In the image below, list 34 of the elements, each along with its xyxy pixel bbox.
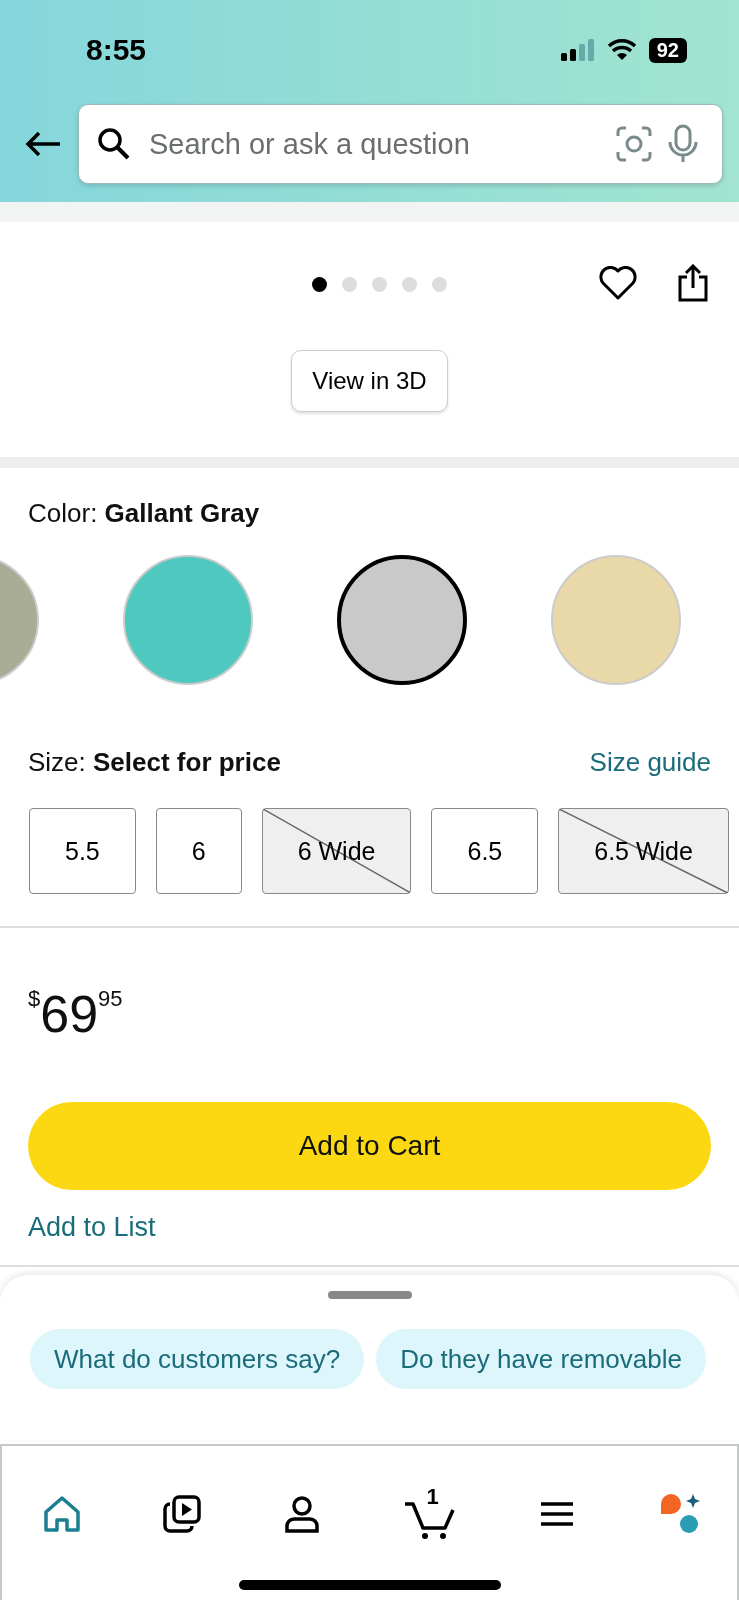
video-tab[interactable] bbox=[162, 1494, 203, 1534]
carousel-dot[interactable] bbox=[432, 276, 447, 292]
wifi-icon bbox=[606, 39, 637, 61]
carousel-dot[interactable] bbox=[372, 276, 387, 292]
microphone-icon[interactable] bbox=[668, 124, 698, 164]
size-option[interactable]: 6 bbox=[155, 808, 242, 894]
size-option[interactable]: 6.5 Wide bbox=[558, 808, 729, 894]
size-option[interactable]: 6 Wide bbox=[261, 808, 412, 894]
size-label: Size: Select for price bbox=[28, 747, 281, 778]
price: $^{$}$69$^{95}$ bbox=[27, 984, 124, 1032]
share-icon[interactable] bbox=[677, 264, 709, 302]
color-label: Color: Gallant Gray bbox=[28, 498, 261, 529]
camera-icon[interactable] bbox=[616, 126, 652, 162]
status-time: 8:55 bbox=[86, 33, 147, 67]
search-field[interactable]: Search or ask a question bbox=[78, 104, 723, 184]
size-option[interactable]: 5.5 bbox=[29, 808, 136, 894]
carousel-dot[interactable] bbox=[402, 276, 417, 292]
battery-indicator: 92 bbox=[648, 37, 687, 63]
size-guide-link[interactable]: Size guide bbox=[589, 747, 711, 778]
sheet-handle[interactable] bbox=[327, 1291, 412, 1299]
add-to-cart-button[interactable]: Add to Cart bbox=[28, 1102, 711, 1190]
signal-icon bbox=[560, 39, 595, 61]
carousel-dot[interactable] bbox=[342, 276, 357, 292]
view-in-3d-button[interactable]: View in 3D bbox=[291, 350, 448, 412]
cart-tab[interactable]: 1 bbox=[402, 1486, 457, 1542]
carousel-dot[interactable] bbox=[312, 276, 327, 292]
home-tab[interactable] bbox=[42, 1494, 82, 1534]
search-icon bbox=[97, 127, 131, 161]
add-to-list-link[interactable]: Add to List bbox=[28, 1212, 156, 1243]
cart-count: 1 bbox=[426, 1486, 439, 1508]
suggestion-chip[interactable]: What do customers say? bbox=[30, 1329, 365, 1389]
heart-icon[interactable] bbox=[599, 266, 637, 300]
suggestion-chip[interactable]: Do they have removable bbox=[376, 1329, 706, 1389]
size-option[interactable]: 6.5 bbox=[431, 808, 539, 894]
